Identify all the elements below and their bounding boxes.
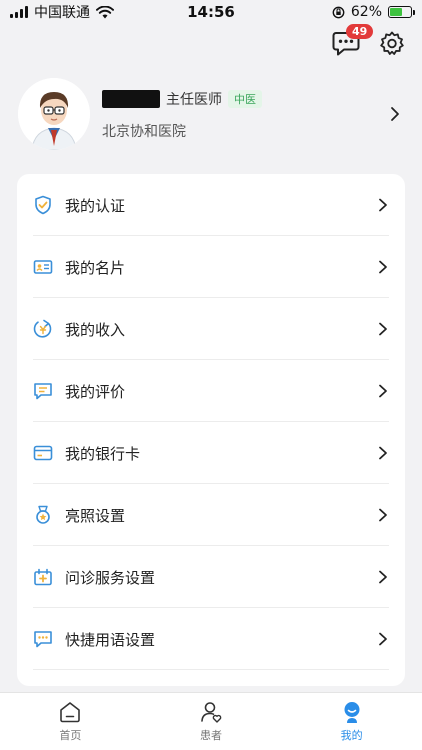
menu-item-consult-service[interactable]: 问诊服务设置 xyxy=(17,546,405,608)
status-right: 62% xyxy=(262,4,415,20)
message-count-badge: 49 xyxy=(346,24,374,39)
menu-label: 我的名片 xyxy=(65,258,126,277)
menu-item-license-display[interactable]: 亮照设置 xyxy=(17,484,405,546)
menu-item-bank-card[interactable]: 我的银行卡 xyxy=(17,422,405,484)
doctor-avatar xyxy=(18,78,90,150)
profile-icon xyxy=(344,702,360,723)
menu-label: 快捷用语设置 xyxy=(65,630,156,649)
tab-bar: 首页 患者 我的 xyxy=(0,692,422,750)
hospital-name: 北京协和医院 xyxy=(102,124,186,140)
menu-item-reviews[interactable]: 我的评价 xyxy=(17,360,405,422)
home-icon xyxy=(60,702,81,723)
menu-label: 亮照设置 xyxy=(65,506,126,525)
id-card-icon xyxy=(33,257,53,277)
patient-icon xyxy=(201,702,222,723)
medal-icon xyxy=(33,505,53,525)
wifi-icon xyxy=(96,5,114,18)
status-left: 中国联通 xyxy=(10,2,160,22)
menu-label: 问诊服务设置 xyxy=(65,568,156,587)
tab-label: 我的 xyxy=(340,729,363,742)
name-row: 主任医师 中医 xyxy=(102,87,386,111)
bank-card-icon xyxy=(33,443,53,463)
chevron-right-icon xyxy=(379,508,387,522)
income-icon xyxy=(33,319,53,339)
menu-label: 我的银行卡 xyxy=(65,444,141,463)
tab-patients[interactable]: 患者 xyxy=(141,693,282,750)
tab-mine[interactable]: 我的 xyxy=(281,693,422,750)
chevron-right-icon xyxy=(379,570,387,584)
doctor-title: 主任医师 xyxy=(166,92,222,108)
menu-label: 我的认证 xyxy=(65,196,126,215)
menu-item-business-card[interactable]: 我的名片 xyxy=(17,236,405,298)
specialty-tag: 中医 xyxy=(228,90,262,108)
tab-home[interactable]: 首页 xyxy=(0,693,141,750)
quick-reply-icon xyxy=(33,629,53,649)
consult-service-icon xyxy=(33,567,53,587)
menu-card: 我的认证 我的名片 我的收入 我的评价 我的银行卡 亮照设置 问诊服务设置 快捷… xyxy=(17,174,405,686)
battery-icon xyxy=(388,6,415,18)
carrier-label: 中国联通 xyxy=(34,5,90,21)
chevron-right-icon xyxy=(379,446,387,460)
gear-icon xyxy=(380,31,404,55)
redacted-name xyxy=(102,90,160,108)
chevron-right-icon xyxy=(391,107,399,121)
profile-header[interactable]: 主任医师 中医 北京协和医院 xyxy=(18,76,404,152)
profile-info: 主任医师 中医 北京协和医院 xyxy=(102,87,386,141)
menu-item-quick-replies[interactable]: 快捷用语设置 xyxy=(17,608,405,670)
chevron-right-icon xyxy=(379,632,387,646)
battery-percent: 62% xyxy=(350,4,382,20)
tab-label: 患者 xyxy=(200,729,222,742)
comment-icon xyxy=(33,381,53,401)
chevron-right-icon xyxy=(379,260,387,274)
messages-button[interactable]: 49 xyxy=(332,24,374,58)
status-bar: 中国联通 14:56 62% xyxy=(0,0,422,24)
chevron-right-icon xyxy=(379,322,387,336)
tab-label: 首页 xyxy=(59,729,82,742)
shield-check-icon xyxy=(33,195,53,215)
menu-item-certification[interactable]: 我的认证 xyxy=(17,174,405,236)
signal-icon xyxy=(10,6,28,18)
header-actions: 49 xyxy=(332,24,406,58)
menu-label: 我的评价 xyxy=(65,382,126,401)
chevron-right-icon xyxy=(379,198,387,212)
orientation-lock-icon xyxy=(332,6,345,18)
menu-item-income[interactable]: 我的收入 xyxy=(17,298,405,360)
chevron-right-icon xyxy=(379,384,387,398)
settings-button[interactable] xyxy=(378,30,406,58)
menu-label: 我的收入 xyxy=(65,320,126,339)
status-time: 14:56 xyxy=(187,3,235,21)
